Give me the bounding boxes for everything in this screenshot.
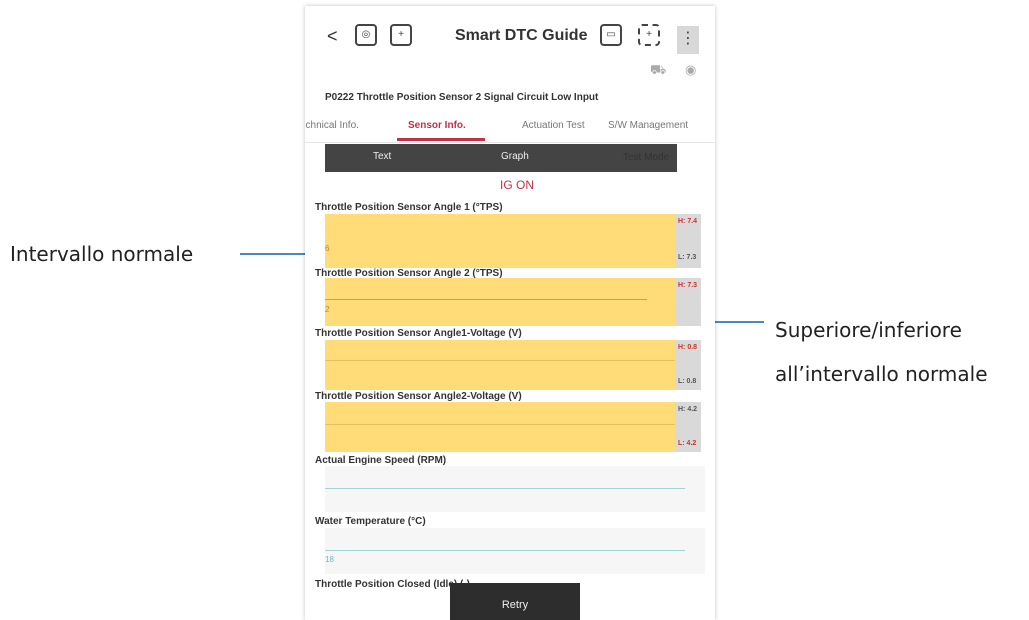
graph-trace — [325, 424, 675, 425]
callout-normal-range: Intervallo normale — [10, 242, 194, 266]
sensor-low-value: L: 4.2 — [678, 440, 696, 447]
back-button[interactable]: < — [327, 26, 338, 47]
sensor-range-panel: H: 4.2 L: 4.2 — [675, 402, 701, 452]
page-title: Smart DTC Guide — [455, 27, 588, 44]
engine-status-icon[interactable]: ◉ — [685, 62, 696, 78]
callout-out-of-range-line2: all’intervallo normale — [775, 362, 988, 386]
vehicle-settings-icon[interactable]: ◎ — [355, 24, 377, 46]
sensor-value: 2 — [325, 305, 330, 314]
high-label: H: 7.3 — [678, 282, 698, 289]
sensor-high-value: H: 7.3 — [678, 282, 697, 289]
view-mode-graph[interactable]: Graph — [501, 151, 529, 162]
tab-actuation-test[interactable]: Actuation Test — [522, 120, 585, 131]
view-mode-test[interactable]: Test Mode — [623, 152, 669, 163]
sensor-graph[interactable] — [325, 466, 705, 512]
screen-capture-icon[interactable]: + — [638, 24, 660, 46]
vehicle-add-icon[interactable]: + — [390, 24, 412, 46]
battery-icon[interactable]: ▭ — [600, 24, 622, 46]
sensor-graph[interactable] — [325, 340, 675, 390]
graph-trace — [325, 488, 685, 489]
sensor-graph[interactable]: 18 — [325, 528, 705, 574]
graph-trace — [325, 360, 675, 361]
view-mode-text[interactable]: Text — [373, 151, 391, 162]
sensor-low-value: L: 7.3 — [678, 254, 697, 261]
active-tab-indicator — [397, 138, 485, 141]
sensor-value: 6 — [325, 244, 330, 253]
sensor-high-value: H: 0.8 — [678, 344, 697, 351]
retry-button[interactable]: Retry — [450, 583, 580, 620]
low-label: L: 4.2 — [678, 440, 697, 447]
sensor-label: Throttle Position Sensor Angle1-Voltage … — [315, 328, 522, 339]
sensor-range-panel: H: 0.8 L: 0.8 — [675, 340, 701, 390]
sensor-label: Throttle Position Sensor Angle2-Voltage … — [315, 391, 522, 402]
tab-technical-info[interactable]: Technical Info. — [305, 120, 359, 131]
callout-out-of-range-line1: Superiore/inferiore — [775, 318, 962, 342]
tab-sensor-info[interactable]: Sensor Info. — [408, 120, 466, 131]
app-screen: < ◎ + Smart DTC Guide ▭ + ⋮ ⛟ ◉ P0222 Th… — [305, 6, 715, 620]
sensor-value: 18 — [325, 555, 334, 564]
sensor-label: Throttle Position Sensor Angle 1 (°TPS) — [315, 202, 503, 213]
sensor-high-value: H: 4.2 — [678, 406, 698, 413]
dtc-title: P0222 Throttle Position Sensor 2 Signal … — [325, 92, 599, 103]
sensor-graph[interactable]: 6 — [325, 214, 675, 268]
sensor-low-value: L: 0.8 — [678, 378, 697, 385]
sensor-range-panel: H: 7.4 L: 7.3 — [675, 214, 701, 268]
car-status-icon[interactable]: ⛟ — [650, 62, 666, 80]
graph-trace — [325, 550, 685, 551]
tab-sw-management[interactable]: S/W Management — [608, 120, 688, 131]
sensor-label: Water Temperature (°C) — [315, 516, 426, 527]
callout-normal-line — [240, 253, 310, 255]
sensor-graph[interactable] — [325, 402, 675, 452]
sensor-range-panel: H: 7.3 — [675, 278, 701, 326]
graph-trace — [325, 299, 647, 300]
high-label: H: 0.8 — [678, 344, 698, 351]
sensor-high-value: H: 7.4 — [678, 218, 697, 225]
sensor-graph[interactable]: 2 — [325, 278, 675, 326]
app-header: < ◎ + Smart DTC Guide ▭ + ⋮ — [305, 6, 715, 66]
tab-bar: Technical Info. Sensor Info. Actuation T… — [305, 114, 715, 143]
more-menu-button[interactable]: ⋮ — [677, 26, 699, 54]
sensor-label: Throttle Position Closed (Idle) (-) — [315, 579, 470, 590]
ignition-status: IG ON — [500, 178, 535, 192]
high-label: H: 7.4 — [678, 218, 698, 225]
sensor-label: Actual Engine Speed (RPM) — [315, 455, 447, 466]
